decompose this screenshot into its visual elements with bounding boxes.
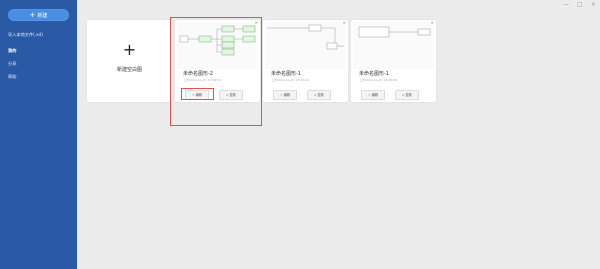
annotation-highlight-card [170, 17, 262, 126]
sidebar-item-mine[interactable]: 我的 [8, 47, 70, 55]
new-blank-card[interactable]: + 新建空白图 [87, 20, 172, 102]
copy-button[interactable]: ⧉复制 [395, 90, 419, 100]
edit-label: 编辑 [371, 93, 379, 97]
edit-button[interactable]: ✎编辑 [273, 90, 297, 100]
sidebar-item-label: 帮助 [8, 74, 17, 79]
sidebar-item-share[interactable]: 分享 [8, 60, 70, 68]
sidebar-item-label: 分享 [8, 61, 17, 66]
diagram-card[interactable]: × 未命名图形-1 上次2019-11-21 17:03:21 ✎编辑 ⧉复制 [263, 20, 348, 102]
edit-label: 编辑 [283, 93, 291, 97]
new-blank-label: 新建空白图 [116, 67, 142, 73]
close-window-button[interactable]: × [591, 1, 596, 9]
new-button[interactable]: + 新建 [8, 9, 69, 21]
diagram-thumbnail [353, 22, 434, 69]
annotation-highlight-edit [181, 88, 214, 100]
sidebar-item-import[interactable]: 导入本地文件(.xd) [8, 31, 70, 39]
plus-icon: + [29, 11, 36, 19]
card-title: 未命名图形-1 [271, 71, 301, 77]
sidebar-item-help[interactable]: 帮助 [8, 73, 70, 81]
delete-card-icon[interactable]: × [431, 20, 434, 26]
edit-icon: ✎ [279, 93, 283, 97]
card-title: 未命名图形-1 [359, 71, 389, 77]
card-date: 上次2019-11-21 13:28:46 [359, 78, 397, 82]
edit-icon: ✎ [367, 93, 371, 97]
copy-label: 复制 [405, 93, 412, 97]
diagram-thumbnail [265, 22, 346, 69]
sidebar-item-label: 我的 [8, 48, 17, 53]
copy-button[interactable]: ⧉复制 [307, 90, 331, 100]
minimize-button[interactable]: — [563, 1, 569, 9]
edit-button[interactable]: ✎编辑 [361, 90, 385, 100]
card-date: 上次2019-11-21 17:03:21 [271, 78, 309, 82]
diagram-card[interactable]: × 未命名图形-1 上次2019-11-21 13:28:46 ✎编辑 ⧉复制 [351, 20, 436, 102]
new-button-label: 新建 [37, 13, 48, 19]
copy-label: 复制 [317, 93, 324, 97]
maximize-button[interactable]: □ [577, 1, 583, 9]
sidebar-item-label: 导入本地文件(.xd) [8, 32, 43, 37]
sidebar: + 新建 导入本地文件(.xd) 我的 分享 帮助 [0, 0, 77, 269]
plus-icon: + [122, 40, 137, 59]
delete-card-icon[interactable]: × [343, 20, 346, 26]
